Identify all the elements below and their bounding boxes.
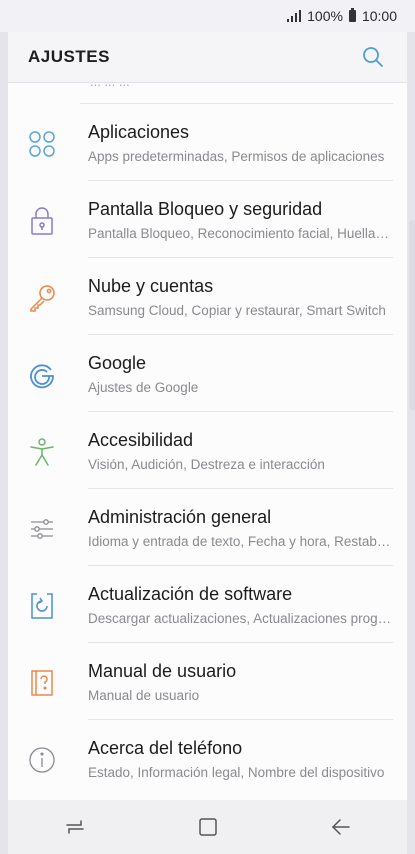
item-subtitle: Descargar actualizaciones, Actualizacion…	[88, 611, 393, 626]
item-label: Actualización de software	[88, 584, 293, 604]
item-subtitle: Ajustes de Google	[88, 380, 199, 395]
item-subtitle: Manual de usuario	[88, 688, 200, 703]
item-subtitle: Samsung Cloud, Copiar y restaurar, Smart…	[88, 303, 386, 318]
battery-percentage: 100%	[307, 8, 343, 24]
settings-item-general-management[interactable]: Administración general Idioma y entrada …	[8, 489, 407, 566]
item-label: Manual de usuario	[88, 661, 237, 681]
software-update-icon	[26, 590, 58, 622]
item-label: Pantalla Bloqueo y seguridad	[88, 199, 323, 219]
navigation-bar	[8, 800, 407, 854]
battery-icon	[348, 8, 356, 22]
settings-item-user-manual[interactable]: Manual de usuario Manual de usuario	[8, 643, 407, 720]
settings-item-google[interactable]: Google Ajustes de Google	[8, 335, 407, 412]
home-button[interactable]	[188, 807, 228, 847]
sliders-icon	[26, 513, 58, 545]
search-icon[interactable]	[359, 43, 387, 71]
apps-icon	[26, 128, 58, 160]
item-subtitle: Estado, Información legal, Nombre del di…	[88, 765, 385, 780]
clock: 10:00	[361, 8, 397, 24]
partial-item-text: ... ... ...	[90, 83, 130, 89]
accessibility-icon	[26, 436, 58, 468]
phone-screen: 100% 10:00 AJUSTES ... ... ... Aplicacio…	[0, 0, 415, 854]
settings-item-software-update[interactable]: Actualización de software Descargar actu…	[8, 566, 407, 643]
settings-item-lock-screen[interactable]: Pantalla Bloqueo y seguridad Pantalla Bl…	[8, 181, 407, 258]
screen-edge-left	[0, 32, 8, 854]
item-label: Aplicaciones	[88, 122, 190, 142]
settings-list: ... ... ... Aplicaciones Apps predetermi…	[8, 83, 407, 800]
item-label: Acerca del teléfono	[88, 738, 243, 758]
page-title: AJUSTES	[28, 47, 110, 66]
item-label: Nube y cuentas	[88, 276, 214, 296]
item-subtitle: Pantalla Bloqueo, Reconocimiento facial,…	[88, 226, 393, 241]
lock-icon	[26, 205, 58, 237]
item-label: Google	[88, 353, 147, 373]
item-subtitle: Visión, Audición, Destreza e interacción	[88, 457, 325, 472]
item-label: Administración general	[88, 507, 272, 527]
status-bar: 100% 10:00	[0, 0, 415, 32]
back-button[interactable]	[321, 807, 361, 847]
edge-panel-handle[interactable]	[409, 220, 415, 410]
item-subtitle: Apps predeterminadas, Permisos de aplica…	[88, 149, 385, 164]
settings-item-accessibility[interactable]: Accesibilidad Visión, Audición, Destreza…	[8, 412, 407, 489]
info-icon	[26, 744, 58, 776]
item-label: Accesibilidad	[88, 430, 194, 450]
settings-item-aplicaciones[interactable]: Aplicaciones Apps predeterminadas, Permi…	[8, 104, 407, 181]
signal-icon	[287, 10, 302, 22]
settings-item-cloud-accounts[interactable]: Nube y cuentas Samsung Cloud, Copiar y r…	[8, 258, 407, 335]
screen-edge-right	[407, 32, 415, 854]
app-header: AJUSTES	[8, 32, 407, 83]
item-subtitle: Idioma y entrada de texto, Fecha y hora,…	[88, 534, 393, 549]
manual-icon	[26, 667, 58, 699]
google-icon	[26, 359, 58, 391]
recent-apps-button[interactable]	[55, 807, 95, 847]
list-item-partial[interactable]: ... ... ...	[80, 83, 393, 104]
key-icon	[26, 282, 58, 314]
settings-item-about-phone[interactable]: Acerca del teléfono Estado, Información …	[8, 720, 407, 797]
